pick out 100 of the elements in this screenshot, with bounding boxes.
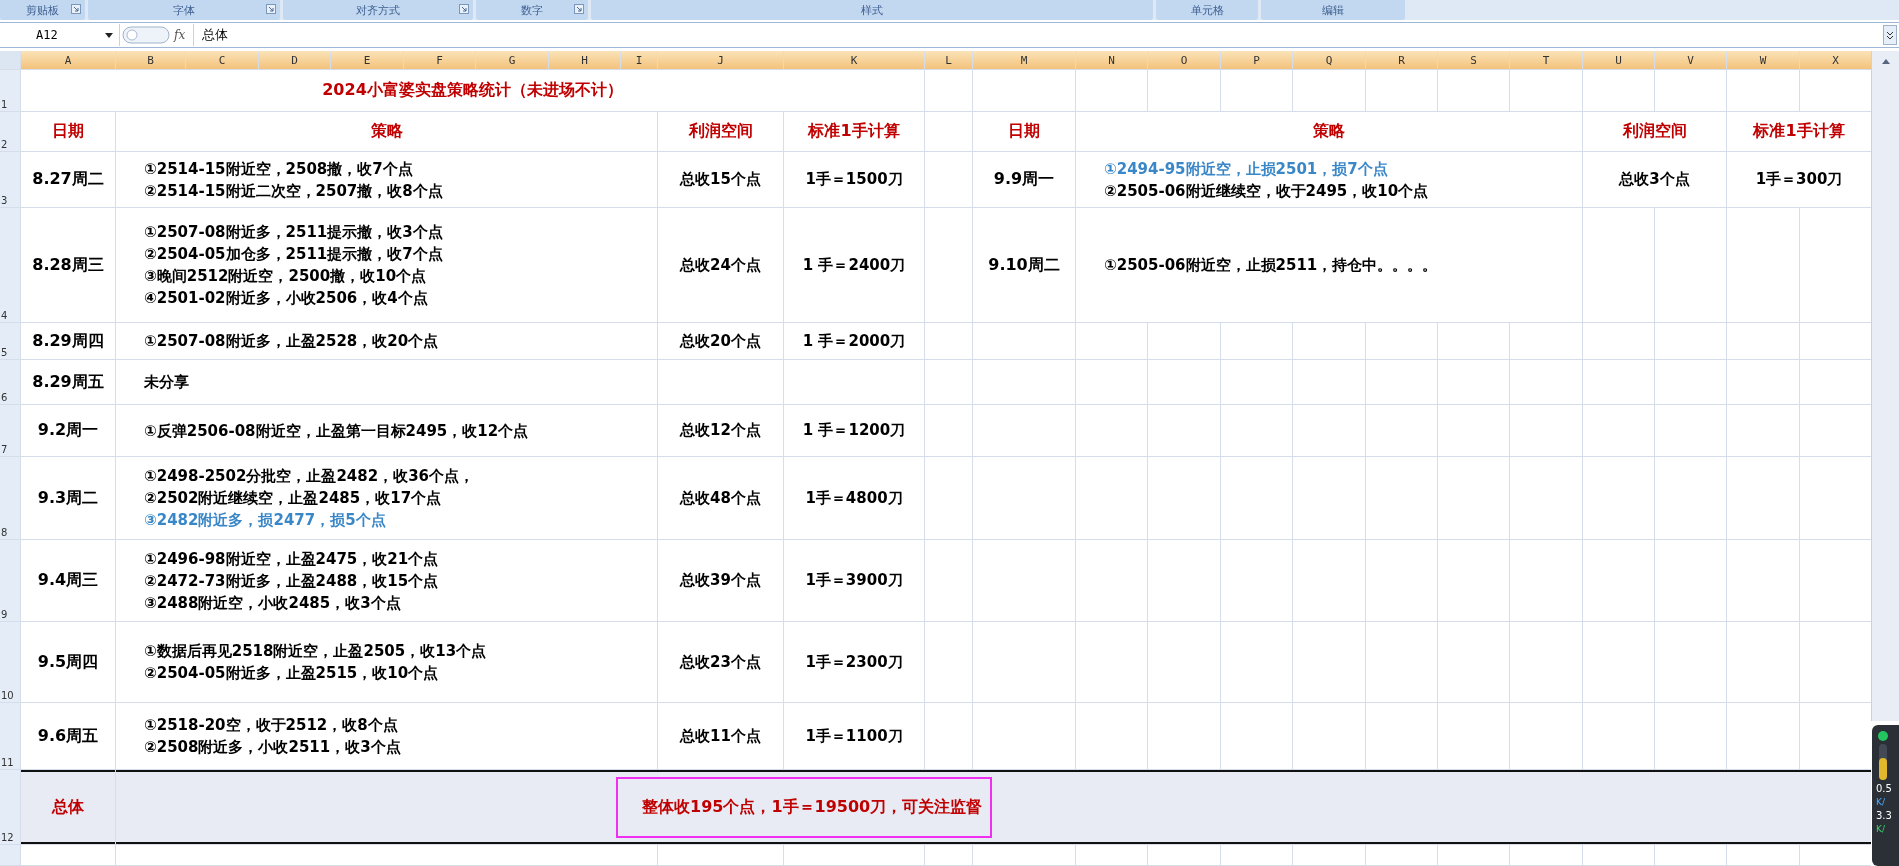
per-lot-cell: 1手＝4800刀	[805, 488, 903, 508]
strategy-line: ②2504-05附近多，止盈2515，收10个点	[144, 663, 440, 684]
strategy-line: ①2496-98附近空，止盈2475，收21个点	[144, 548, 439, 570]
column-letter[interactable]: I	[621, 51, 657, 69]
column-letter[interactable]: K	[784, 51, 924, 69]
strategy-line: ②2514-15附近二次空，2507撤，收8个点	[144, 180, 443, 202]
name-box[interactable]: A12	[0, 24, 120, 46]
strategy-line: ①2518-20空，收于2512，收8个点	[144, 715, 399, 736]
expand-icon[interactable]	[1883, 25, 1897, 45]
total-label: 总体	[52, 796, 84, 818]
date-cell: 9.5周四	[37, 651, 99, 673]
gauge-icon	[1878, 744, 1888, 780]
ribbon-group: 对齐方式	[283, 0, 473, 20]
column-letter[interactable]: P	[1221, 51, 1292, 69]
strategy-line: ①2494-95附近空，止损2501，损7个点	[1104, 158, 1389, 180]
date-cell: 8.29周五	[32, 371, 104, 393]
date-cell: 9.6周五	[37, 725, 99, 747]
date-cell: 8.27周二	[32, 169, 104, 190]
per-lot-cell: 1 手＝2000刀	[802, 331, 906, 351]
date-cell: 9.9周一	[993, 169, 1055, 190]
launcher-icon[interactable]	[71, 4, 81, 14]
column-letter[interactable]: J	[658, 51, 783, 69]
ribbon-group: 数字	[476, 0, 588, 20]
profit-cell: 总收39个点	[680, 571, 761, 590]
column-letter[interactable]: V	[1655, 51, 1726, 69]
strategy-line: ③2488附近空，小收2485，收3个点	[144, 592, 402, 614]
date-cell: 8.29周四	[32, 330, 104, 352]
function-label[interactable]: fx	[174, 28, 186, 42]
column-header: 策略	[370, 121, 403, 142]
splitter-handle-icon[interactable]	[122, 25, 170, 45]
strategy-line: ①2514-15附近空，2508撤，收7个点	[144, 158, 414, 180]
column-letter[interactable]: Q	[1293, 51, 1365, 69]
strategy-line: ②2504-05加仓多，2511提示撤，收7个点	[144, 244, 443, 265]
per-lot-cell: 1 手＝1200刀	[802, 421, 906, 440]
column-letter[interactable]: E	[331, 51, 403, 69]
column-letter[interactable]: F	[404, 51, 475, 69]
row-number[interactable]: 1	[0, 70, 20, 111]
profit-cell: 总收11个点	[680, 726, 761, 746]
column-header: 利润空间	[1622, 121, 1687, 142]
upload-unit: K/	[1876, 797, 1885, 807]
launcher-icon[interactable]	[574, 4, 584, 14]
column-letter[interactable]: W	[1727, 51, 1799, 69]
row-number[interactable]: 8	[0, 457, 20, 539]
profit-cell: 总收15个点	[680, 170, 761, 189]
column-letter[interactable]: X	[1800, 51, 1871, 69]
strategy-line: ③晚间2512附近空，2500撤，收10个点	[144, 266, 428, 287]
profit-cell: 总收20个点	[680, 331, 761, 351]
launcher-icon[interactable]	[266, 4, 276, 14]
column-header: 标准1手计算	[808, 121, 900, 142]
column-letter[interactable]: T	[1510, 51, 1582, 69]
column-letter[interactable]: R	[1366, 51, 1437, 69]
row-number[interactable]: 12	[0, 770, 20, 844]
strategy-line: ①2498-2502分批空，止盈2482，收36个点，	[144, 466, 475, 487]
row-number[interactable]: 9	[0, 540, 20, 621]
row-number[interactable]: 2	[0, 112, 20, 151]
launcher-icon[interactable]	[459, 4, 469, 14]
column-letter[interactable]: O	[1148, 51, 1220, 69]
column-letter[interactable]: C	[186, 51, 258, 69]
per-lot-cell: 1 手＝2400刀	[802, 255, 906, 275]
caret-icon	[105, 32, 113, 38]
column-letter[interactable]: A	[21, 51, 115, 69]
select-all-corner[interactable]	[0, 51, 20, 69]
download-unit: K/	[1876, 824, 1885, 834]
date-cell: 9.4周三	[37, 570, 99, 591]
column-letter[interactable]: N	[1076, 51, 1147, 69]
column-letter[interactable]: G	[476, 51, 548, 69]
summary-text: 整体收195个点，1手＝19500刀，可关注监督	[616, 776, 993, 838]
column-header: 标准1手计算	[1753, 121, 1845, 142]
ribbon-group: 编辑	[1261, 0, 1405, 20]
profit-cell: 总收3个点	[1619, 170, 1690, 189]
date-cell: 9.2周一	[37, 420, 99, 441]
date-cell: 8.28周三	[32, 254, 104, 276]
strategy-line: 未分享	[144, 372, 189, 393]
column-letter[interactable]: H	[549, 51, 620, 69]
row-number[interactable]: 5	[0, 323, 20, 359]
date-cell: 9.3周二	[37, 487, 99, 509]
ribbon-group: 样式	[591, 0, 1153, 20]
vertical-scrollbar[interactable]	[1871, 51, 1899, 721]
column-letter[interactable]: U	[1583, 51, 1654, 69]
strategy-line: ②2472-73附近多，止盈2488，收15个点	[144, 570, 439, 592]
row-number[interactable]: 3	[0, 152, 20, 207]
row-number[interactable]: 4	[0, 208, 20, 322]
profit-cell: 总收23个点	[680, 652, 761, 672]
column-letter[interactable]: M	[973, 51, 1075, 69]
row-number[interactable]: 10	[0, 622, 20, 702]
column-letter[interactable]: B	[116, 51, 185, 69]
row-header[interactable]	[0, 845, 20, 865]
column-letter[interactable]: S	[1438, 51, 1509, 69]
per-lot-cell: 1手＝1100刀	[805, 726, 903, 746]
strategy-line: ②2508附近多，小收2511，收3个点	[144, 737, 401, 758]
column-letter[interactable]: L	[925, 51, 972, 69]
row-number[interactable]: 6	[0, 360, 20, 404]
row-number[interactable]: 11	[0, 703, 20, 769]
strategy-line: ②2502附近继续空，止盈2485，收17个点	[144, 488, 443, 509]
row-number[interactable]: 7	[0, 405, 20, 456]
status-dot-icon	[1878, 731, 1888, 741]
strategy-line: ①2507-08附近多，2511提示撤，收3个点	[144, 222, 443, 243]
profit-cell: 总收12个点	[680, 421, 761, 440]
per-lot-cell: 1手＝300刀	[1755, 170, 1843, 189]
column-letter[interactable]: D	[259, 51, 330, 69]
